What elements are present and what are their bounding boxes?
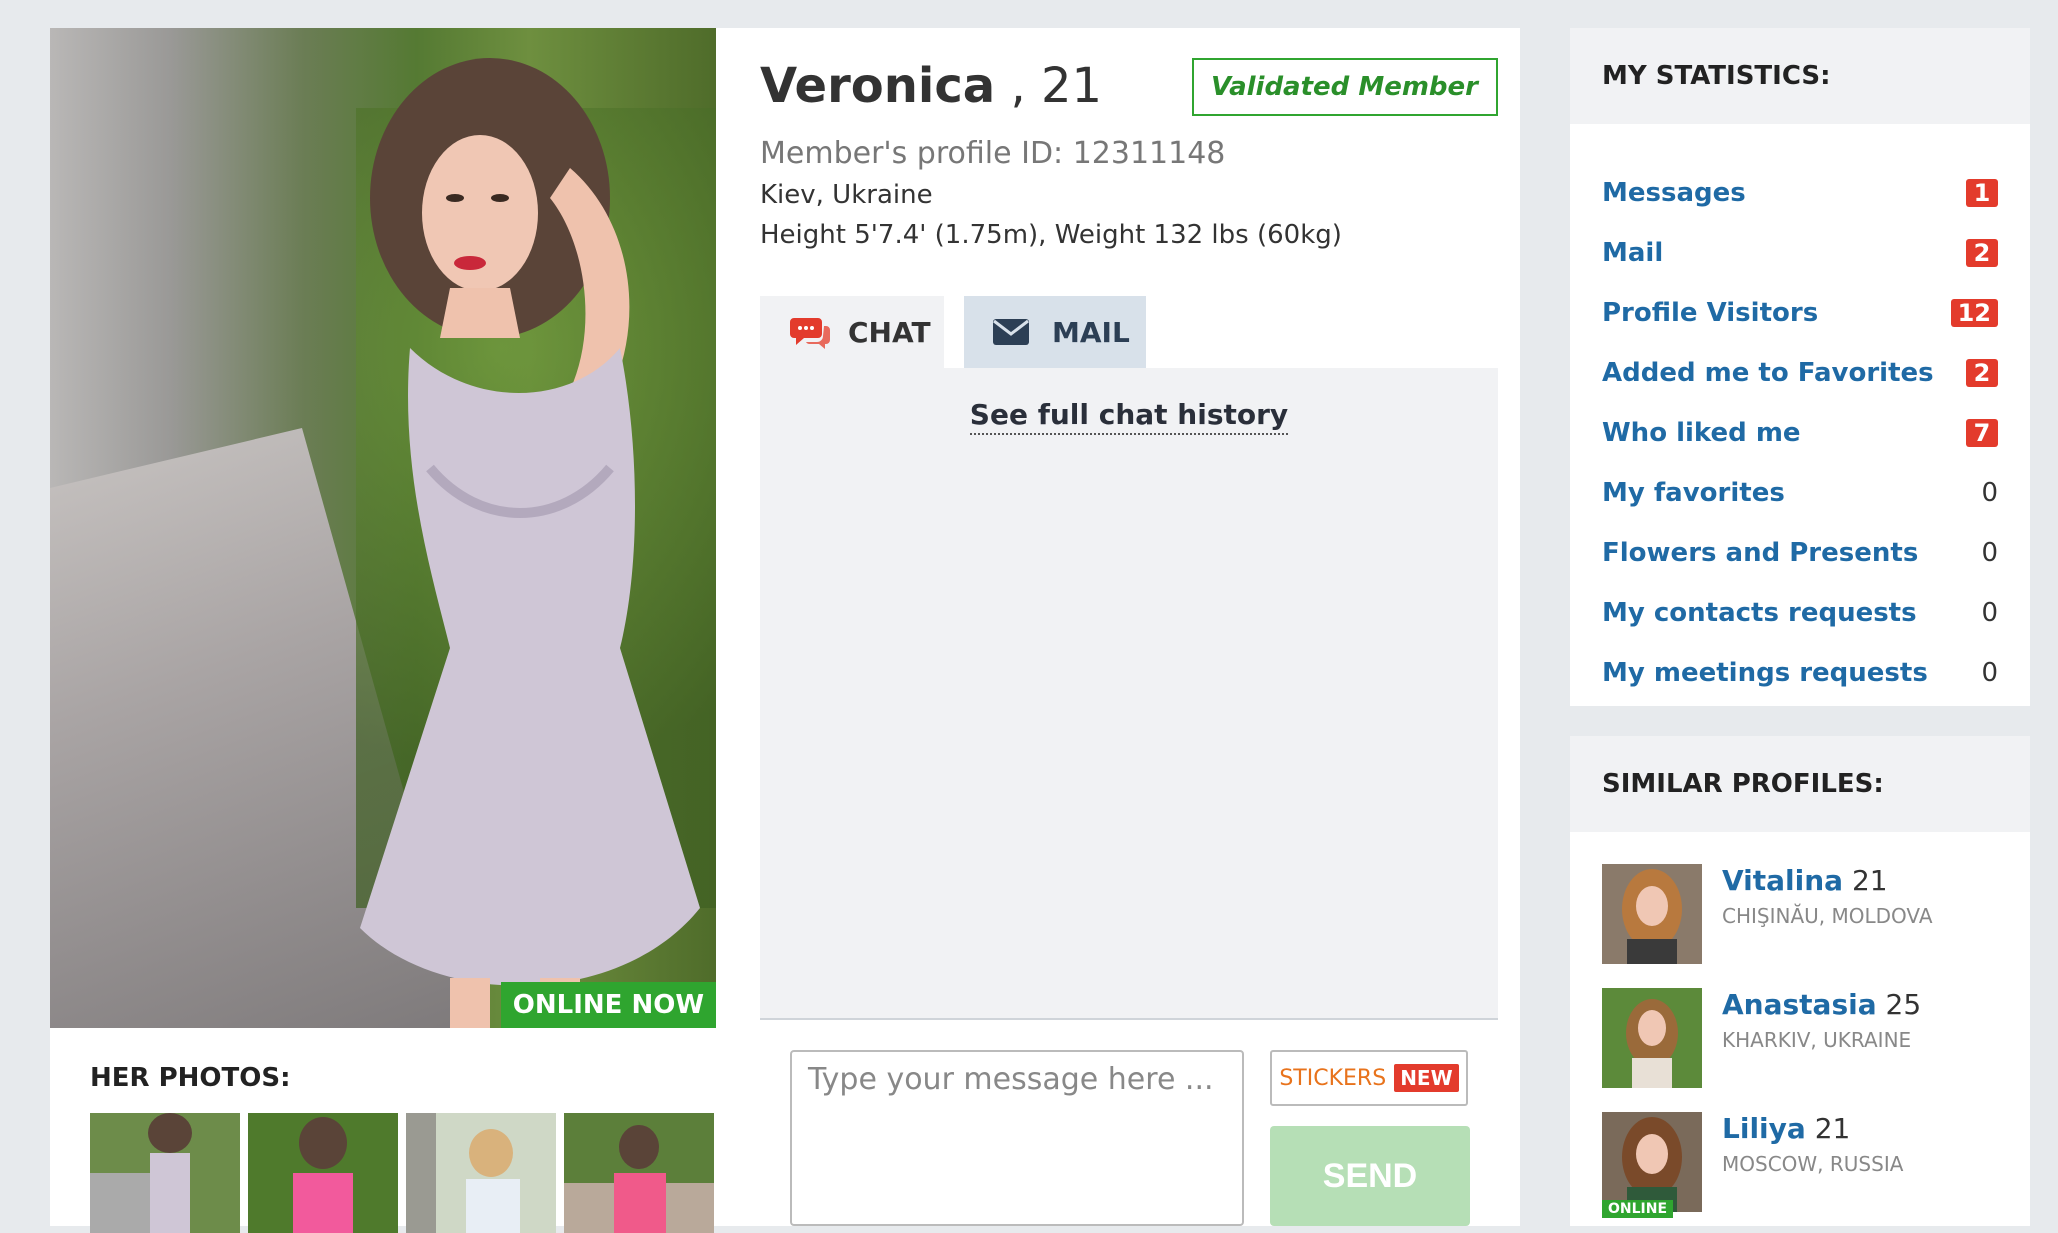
thumbnail-image <box>406 1113 556 1233</box>
stat-row[interactable]: Mail 2 <box>1602 233 1998 273</box>
similar-profile-name[interactable]: Anastasia <box>1722 988 1877 1021</box>
similar-profile-age: 21 <box>1814 1112 1851 1145</box>
tab-mail[interactable]: MAIL <box>964 296 1146 368</box>
stat-row[interactable]: Profile Visitors 12 <box>1602 293 1998 333</box>
similar-profile-photo[interactable] <box>1602 1112 1702 1212</box>
chat-divider <box>760 1018 1498 1020</box>
her-photos-title: HER PHOTOS: <box>90 1063 291 1093</box>
my-statistics-card: MY STATISTICS: Messages 1 Mail 2 Profile Vis… <box>1570 28 2030 706</box>
stickers-label: STICKERS <box>1279 1065 1387 1091</box>
photo-thumbnail[interactable] <box>406 1113 556 1233</box>
similar-profile-name-age: Anastasia 25 <box>1722 988 1921 1021</box>
similar-profile-photo[interactable] <box>1602 864 1702 964</box>
similar-profile-online-badge: ONLINE <box>1602 1200 1674 1218</box>
stat-count: 0 <box>1981 538 1998 568</box>
profile-name: Veronica <box>760 58 996 114</box>
stat-label[interactable]: Who liked me <box>1602 418 1801 448</box>
similar-profile-location: KHARKIV, UKRAINE <box>1722 1028 1912 1052</box>
similar-profile-age: 25 <box>1885 988 1922 1021</box>
stickers-button[interactable]: STICKERS NEW <box>1270 1050 1468 1106</box>
main-profile-photo[interactable]: ONLINE NOW <box>50 28 716 1028</box>
stat-label[interactable]: Profile Visitors <box>1602 298 1818 328</box>
tab-mail-label: MAIL <box>1052 315 1130 349</box>
chat-bubbles-icon <box>790 318 830 349</box>
online-now-badge: ONLINE NOW <box>500 982 716 1028</box>
similar-profile-item[interactable]: Anastasia 25 KHARKIV, UKRAINE <box>1602 988 2002 1088</box>
profile-name-age: Veronica , 21 <box>760 58 1102 114</box>
similar-profiles-title: SIMILAR PROFILES: <box>1570 736 2030 832</box>
avatar <box>1602 988 1702 1088</box>
stat-count-badge: 7 <box>1966 419 1998 447</box>
stat-row[interactable]: Who liked me 7 <box>1602 413 1998 453</box>
tab-chat[interactable]: CHAT <box>760 296 944 368</box>
thumbnail-image <box>564 1113 714 1233</box>
stat-label[interactable]: My favorites <box>1602 478 1785 508</box>
similar-profile-age: 21 <box>1851 864 1888 897</box>
similar-profile-name[interactable]: Liliya <box>1722 1112 1806 1145</box>
stat-label[interactable]: My contacts requests <box>1602 598 1917 628</box>
profile-id: Member's profile ID: 12311148 <box>760 136 1226 171</box>
profile-location: Kiev, Ukraine <box>760 180 933 210</box>
stat-label[interactable]: Flowers and Presents <box>1602 538 1918 568</box>
stat-row[interactable]: Flowers and Presents 0 <box>1602 533 1998 573</box>
similar-profile-item[interactable]: ONLINE Liliya 21 MOSCOW, RUSSIA <box>1602 1112 2002 1218</box>
tab-chat-label: CHAT <box>848 315 931 349</box>
similar-profile-name-age: Liliya 21 <box>1722 1112 1850 1145</box>
stat-label[interactable]: Mail <box>1602 238 1663 268</box>
similar-profile-location: MOSCOW, RUSSIA <box>1722 1152 1904 1176</box>
similar-profile-name-age: Vitalina 21 <box>1722 864 1888 897</box>
stat-row[interactable]: My meetings requests 0 <box>1602 653 1998 693</box>
avatar <box>1602 1112 1702 1212</box>
stat-count-badge: 2 <box>1966 359 1998 387</box>
new-badge: NEW <box>1394 1064 1459 1092</box>
envelope-icon <box>993 319 1029 345</box>
stat-count: 0 <box>1981 478 1998 508</box>
thumbnail-image <box>90 1113 240 1233</box>
thumbnail-image <box>248 1113 398 1233</box>
stat-count-badge: 2 <box>1966 239 1998 267</box>
stat-row[interactable]: Added me to Favorites 2 <box>1602 353 1998 393</box>
stat-count: 0 <box>1981 598 1998 628</box>
similar-profile-location: CHIŞINĂU, MOLDOVA <box>1722 904 1933 928</box>
chat-history-panel: See full chat history <box>760 368 1498 1018</box>
photo-thumbnail[interactable] <box>90 1113 240 1233</box>
stat-label[interactable]: Messages <box>1602 178 1746 208</box>
validated-member-badge: Validated Member <box>1192 58 1498 116</box>
stat-row[interactable]: My contacts requests 0 <box>1602 593 1998 633</box>
similar-profile-name[interactable]: Vitalina <box>1722 864 1843 897</box>
profile-card: ONLINE NOW HER PHOTOS: Veronica , 21 Val… <box>50 28 1520 1233</box>
profile-height-weight: Height 5'7.4' (1.75m), Weight 132 lbs (6… <box>760 220 1342 250</box>
avatar <box>1602 864 1702 964</box>
send-button[interactable]: SEND <box>1270 1126 1470 1226</box>
stat-count-badge: 1 <box>1966 179 1998 207</box>
my-statistics-title: MY STATISTICS: <box>1570 28 2030 124</box>
similar-profile-item[interactable]: Vitalina 21 CHIŞINĂU, MOLDOVA <box>1602 864 2002 964</box>
photo-figure <box>360 58 700 1028</box>
photo-thumbnail[interactable] <box>248 1113 398 1233</box>
photo-thumbnail[interactable] <box>564 1113 714 1233</box>
stat-row[interactable]: My favorites 0 <box>1602 473 1998 513</box>
similar-profile-photo[interactable] <box>1602 988 1702 1088</box>
stat-label[interactable]: My meetings requests <box>1602 658 1928 688</box>
stat-row[interactable]: Messages 1 <box>1602 173 1998 213</box>
see-full-chat-history-link[interactable]: See full chat history <box>969 398 1289 435</box>
stat-count: 0 <box>1981 658 1998 688</box>
similar-profiles-card: SIMILAR PROFILES: Vitalina 21 CHIŞINĂU, … <box>1570 736 2030 1226</box>
profile-age: , 21 <box>1010 58 1103 114</box>
chat-history-row: See full chat history <box>760 398 1498 435</box>
stat-label[interactable]: Added me to Favorites <box>1602 358 1934 388</box>
message-input[interactable] <box>790 1050 1244 1226</box>
stat-count-badge: 12 <box>1950 299 1998 327</box>
